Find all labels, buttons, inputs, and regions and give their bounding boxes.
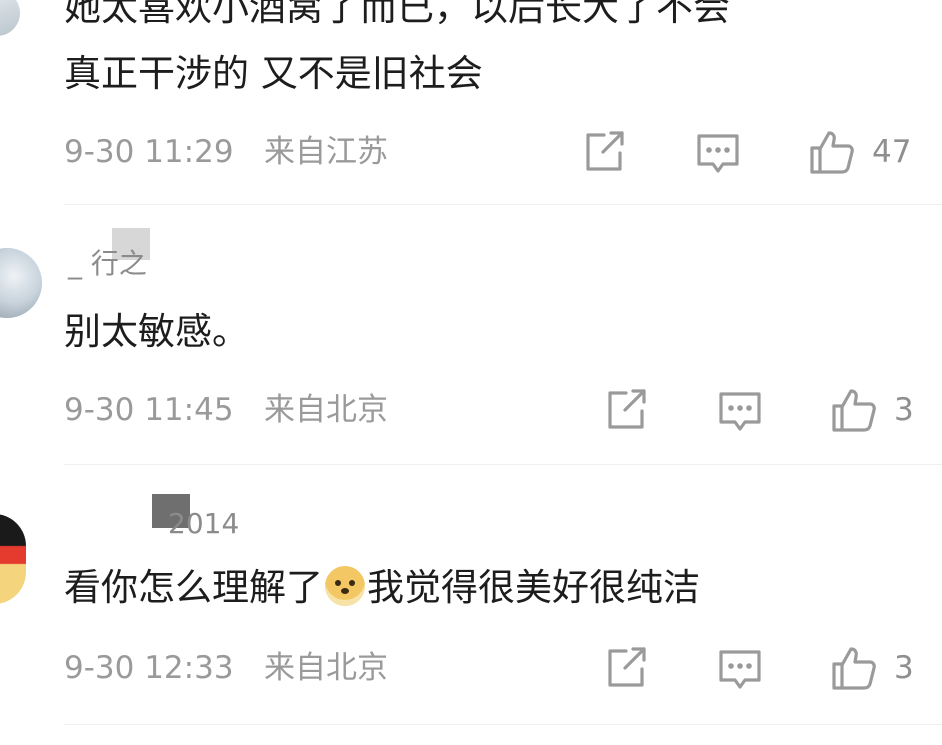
- divider: [64, 204, 942, 205]
- share-icon[interactable]: [600, 642, 652, 694]
- username[interactable]: _ 行之: [68, 248, 147, 280]
- comment-location: 来自北京: [264, 392, 388, 428]
- like-count: 47: [872, 134, 912, 170]
- comment-location: 来自北京: [264, 650, 388, 686]
- doge-emoji-icon: [325, 566, 365, 606]
- comment-text-line-2: 真正干涉的 又不是旧社会: [64, 52, 483, 95]
- avatar[interactable]: [0, 248, 42, 318]
- comment-text-part-2: 我觉得很美好很纯洁: [367, 566, 700, 609]
- avatar[interactable]: [0, 514, 26, 604]
- divider: [64, 464, 942, 465]
- thumbs-up-icon[interactable]: [806, 126, 858, 178]
- username[interactable]: 2014: [168, 508, 239, 540]
- comment-timestamp: 9-30 11:45: [64, 392, 234, 428]
- thumbs-up-icon[interactable]: [828, 384, 880, 436]
- comment-text: 别太敏感。: [64, 310, 249, 353]
- comment-text: 看你怎么理解了 我觉得很美好很纯洁: [64, 566, 700, 610]
- like-count: 3: [894, 392, 914, 428]
- divider: [64, 724, 942, 725]
- comment-timestamp: 9-30 11:29: [64, 134, 234, 170]
- like-count: 3: [894, 650, 914, 686]
- comment-icon[interactable]: [714, 642, 766, 694]
- share-icon[interactable]: [578, 126, 630, 178]
- comment-icon[interactable]: [714, 384, 766, 436]
- avatar[interactable]: [0, 0, 20, 36]
- comment-icon[interactable]: [692, 126, 744, 178]
- thumbs-up-icon[interactable]: [828, 642, 880, 694]
- comment-text-part-1: 看你怎么理解了: [64, 566, 323, 609]
- share-icon[interactable]: [600, 384, 652, 436]
- comment-text-line-1: 她太喜欢小酒窝了而已，以后长大了不会: [64, 0, 730, 29]
- comment-location: 来自江苏: [264, 134, 388, 170]
- comment-timestamp: 9-30 12:33: [64, 650, 234, 686]
